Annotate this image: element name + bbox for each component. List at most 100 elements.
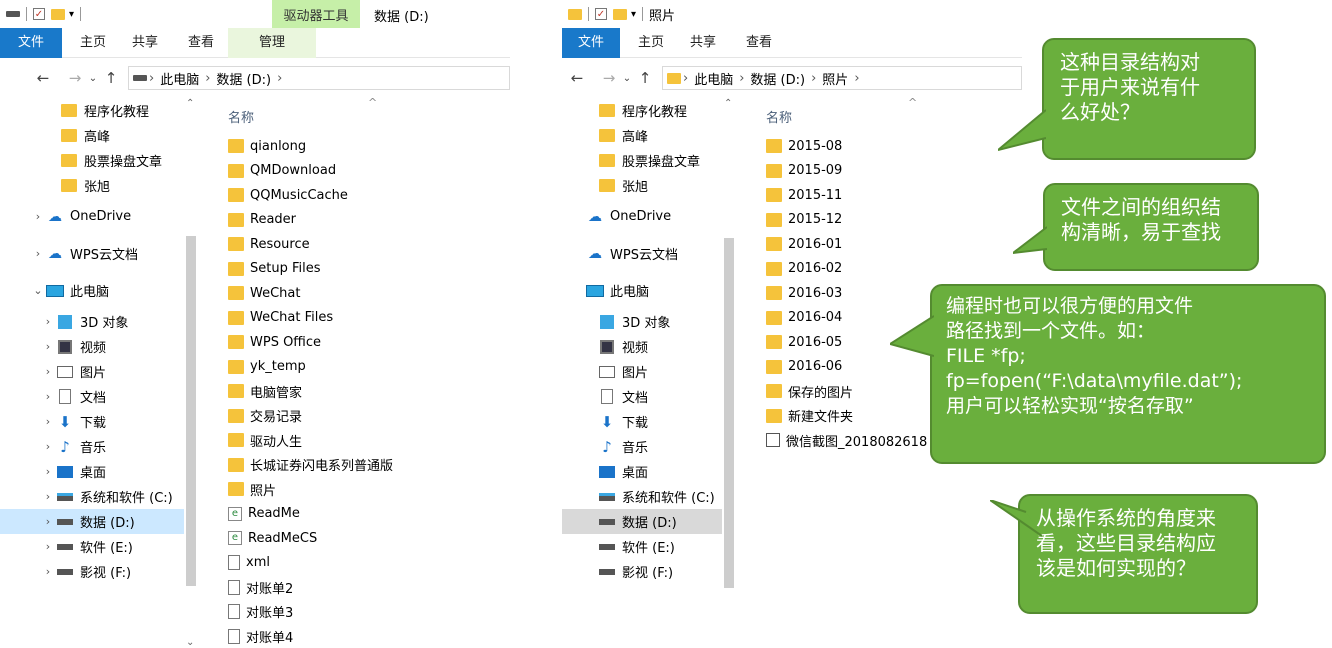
- nav-item[interactable]: 视频: [562, 334, 722, 359]
- collapse-chevron-icon[interactable]: ⌄: [30, 284, 46, 297]
- nav-item[interactable]: 此电脑: [562, 272, 722, 309]
- nav-item[interactable]: 张旭: [562, 173, 722, 198]
- nav-item[interactable]: ☁ WPS云文档: [562, 235, 722, 272]
- nav-item[interactable]: › 视频: [0, 334, 184, 359]
- expand-chevron-icon[interactable]: ›: [30, 210, 46, 223]
- expand-chevron-icon[interactable]: ›: [40, 415, 56, 428]
- nav-item[interactable]: ⬇ 下载: [562, 409, 722, 434]
- chevron-right-icon[interactable]: ›: [811, 71, 816, 86]
- nav-item[interactable]: ☁ OneDrive: [562, 198, 722, 235]
- file-list-item[interactable]: 2015-09: [766, 159, 1022, 184]
- nav-item[interactable]: ⌄ 此电脑: [0, 272, 184, 309]
- expand-chevron-icon[interactable]: ›: [40, 540, 56, 553]
- file-list-item[interactable]: 长城证券闪电系列普通版: [228, 453, 508, 478]
- nav-item[interactable]: › 图片: [0, 359, 184, 384]
- file-list-item[interactable]: QMDownload: [228, 159, 508, 184]
- tab-manage[interactable]: 管理: [228, 27, 317, 58]
- file-list-item[interactable]: 照片: [228, 477, 508, 502]
- nav-item[interactable]: 3D 对象: [562, 309, 722, 334]
- breadcrumb-data-drive[interactable]: 数据 (D:): [750, 69, 805, 88]
- file-list-item[interactable]: Reader: [228, 208, 508, 233]
- up-arrow-icon[interactable]: ↑: [100, 69, 122, 87]
- file-list-item[interactable]: 对账单4: [228, 624, 508, 648]
- nav-item[interactable]: 影视 (F:): [562, 559, 722, 584]
- address-bar[interactable]: › 此电脑 › 数据 (D:) › 照片 ›: [662, 66, 1022, 90]
- file-list-item[interactable]: 对账单3: [228, 600, 508, 625]
- nav-item[interactable]: › 桌面: [0, 459, 184, 484]
- breadcrumb-this-pc[interactable]: 此电脑: [160, 69, 199, 88]
- nav-item[interactable]: 股票操盘文章: [562, 148, 722, 173]
- nav-item[interactable]: 股票操盘文章: [0, 148, 184, 173]
- navigation-scrollbar[interactable]: ⌃ ⌄: [184, 98, 198, 648]
- file-list-item[interactable]: 2015-11: [766, 183, 1022, 208]
- address-bar[interactable]: › 此电脑 › 数据 (D:) ›: [128, 66, 510, 90]
- properties-icon[interactable]: ✓: [595, 8, 607, 20]
- expand-chevron-icon[interactable]: ›: [40, 565, 56, 578]
- nav-item[interactable]: 软件 (E:): [562, 534, 722, 559]
- file-list-item[interactable]: e ReadMe: [228, 502, 508, 527]
- file-list-item[interactable]: Resource: [228, 232, 508, 257]
- file-list-item[interactable]: WPS Office: [228, 330, 508, 355]
- customize-quick-access-icon[interactable]: ▾: [69, 9, 74, 20]
- tab-share[interactable]: 共享: [678, 28, 730, 58]
- file-list-item[interactable]: 2016-01: [766, 232, 1022, 257]
- chevron-right-icon[interactable]: ›: [683, 71, 688, 86]
- nav-item[interactable]: 系统和软件 (C:): [562, 484, 722, 509]
- forward-arrow-icon[interactable]: →: [598, 69, 620, 87]
- column-header-name[interactable]: ^ 名称: [766, 96, 1022, 134]
- expand-chevron-icon[interactable]: ›: [40, 315, 56, 328]
- nav-item[interactable]: 图片: [562, 359, 722, 384]
- chevron-right-icon[interactable]: ›: [854, 71, 859, 86]
- nav-item[interactable]: › 数据 (D:): [0, 509, 184, 534]
- expand-chevron-icon[interactable]: ›: [40, 515, 56, 528]
- chevron-right-icon[interactable]: ›: [277, 71, 282, 86]
- breadcrumb-data-drive[interactable]: 数据 (D:): [216, 69, 271, 88]
- nav-item[interactable]: › 系统和软件 (C:): [0, 484, 184, 509]
- nav-item[interactable]: 程序化教程: [0, 98, 184, 123]
- file-list-item[interactable]: e ReadMeCS: [228, 526, 508, 551]
- tab-home[interactable]: 主页: [620, 28, 678, 58]
- tab-file[interactable]: 文件: [562, 27, 621, 58]
- file-list-item[interactable]: 2016-02: [766, 257, 1022, 282]
- column-header-name[interactable]: ^ 名称: [228, 96, 508, 134]
- tab-home[interactable]: 主页: [62, 28, 120, 58]
- nav-item[interactable]: ♪ 音乐: [562, 434, 722, 459]
- expand-chevron-icon[interactable]: ›: [40, 390, 56, 403]
- tab-view[interactable]: 查看: [730, 28, 786, 58]
- nav-item[interactable]: › ☁ OneDrive: [0, 198, 184, 235]
- file-list-item[interactable]: xml: [228, 551, 508, 576]
- file-list-item[interactable]: WeChat Files: [228, 306, 508, 331]
- nav-item[interactable]: › 3D 对象: [0, 309, 184, 334]
- up-arrow-icon[interactable]: ↑: [634, 69, 656, 87]
- scroll-up-icon[interactable]: ⌃: [186, 98, 194, 109]
- nav-item[interactable]: 文档: [562, 384, 722, 409]
- nav-item[interactable]: › ⬇ 下载: [0, 409, 184, 434]
- file-list-item[interactable]: 交易记录: [228, 404, 508, 429]
- file-list-item[interactable]: 电脑管家: [228, 379, 508, 404]
- nav-item[interactable]: 张旭: [0, 173, 184, 198]
- navigation-scrollbar[interactable]: ⌃: [722, 98, 736, 648]
- file-list-item[interactable]: 对账单2: [228, 575, 508, 600]
- nav-item[interactable]: 程序化教程: [562, 98, 722, 123]
- file-list-item[interactable]: Setup Files: [228, 257, 508, 282]
- file-list-item[interactable]: qianlong: [228, 134, 508, 159]
- nav-item[interactable]: › ♪ 音乐: [0, 434, 184, 459]
- tab-view[interactable]: 查看: [172, 28, 228, 58]
- nav-item[interactable]: › 文档: [0, 384, 184, 409]
- scroll-thumb[interactable]: [186, 236, 196, 586]
- file-list-item[interactable]: 2015-12: [766, 208, 1022, 233]
- expand-chevron-icon[interactable]: ›: [40, 490, 56, 503]
- nav-item[interactable]: 高峰: [0, 123, 184, 148]
- nav-item[interactable]: 桌面: [562, 459, 722, 484]
- nav-item[interactable]: › 影视 (F:): [0, 559, 184, 584]
- chevron-right-icon[interactable]: ›: [739, 71, 744, 86]
- forward-arrow-icon[interactable]: →: [64, 69, 86, 87]
- scroll-down-icon[interactable]: ⌄: [186, 637, 194, 648]
- tab-file[interactable]: 文件: [0, 27, 63, 58]
- scroll-thumb[interactable]: [724, 238, 734, 588]
- file-list-item[interactable]: QQMusicCache: [228, 183, 508, 208]
- customize-quick-access-icon[interactable]: ▾: [631, 9, 636, 20]
- chevron-right-icon[interactable]: ›: [205, 71, 210, 86]
- nav-item[interactable]: › 软件 (E:): [0, 534, 184, 559]
- new-folder-icon[interactable]: [613, 8, 627, 20]
